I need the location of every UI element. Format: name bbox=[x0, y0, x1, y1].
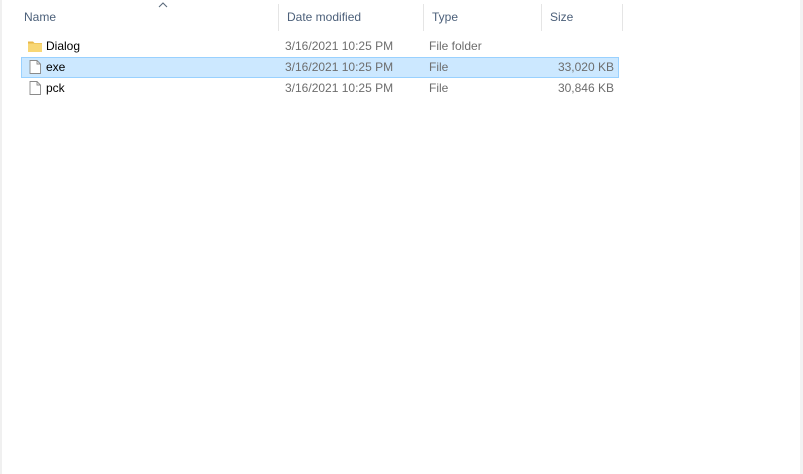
file-type: File bbox=[429, 60, 449, 74]
column-header-type[interactable]: Type bbox=[424, 0, 542, 35]
file-icon bbox=[29, 60, 41, 74]
list-item[interactable]: pck 3/16/2021 10:25 PM File 30,846 KB bbox=[21, 78, 619, 99]
file-list-pane[interactable]: Name Date modified Type Size Dialog 3/16… bbox=[0, 0, 803, 474]
column-header-name-label: Name bbox=[24, 10, 57, 24]
list-item-selected[interactable]: exe 3/16/2021 10:25 PM File 33,020 KB bbox=[21, 57, 619, 78]
left-border bbox=[0, 0, 2, 474]
file-type: File folder bbox=[429, 39, 482, 53]
file-name: exe bbox=[46, 60, 66, 74]
column-header-date-modified[interactable]: Date modified bbox=[279, 0, 424, 35]
file-name: pck bbox=[46, 81, 65, 95]
file-name: Dialog bbox=[46, 39, 81, 53]
column-header-name[interactable]: Name bbox=[16, 0, 279, 35]
list-item[interactable]: Dialog 3/16/2021 10:25 PM File folder bbox=[21, 36, 619, 57]
column-header-type-label: Type bbox=[432, 10, 459, 24]
file-list: Dialog 3/16/2021 10:25 PM File folder ex… bbox=[21, 36, 619, 99]
column-header-date-label: Date modified bbox=[287, 10, 362, 24]
file-type: File bbox=[429, 81, 449, 95]
file-size: 30,846 KB bbox=[557, 81, 614, 95]
column-divider[interactable] bbox=[622, 4, 623, 31]
column-header-size-label: Size bbox=[550, 10, 574, 24]
file-date: 3/16/2021 10:25 PM bbox=[285, 39, 394, 53]
file-size: 33,020 KB bbox=[557, 60, 614, 74]
chevron-up-icon bbox=[158, 2, 168, 8]
file-date: 3/16/2021 10:25 PM bbox=[285, 81, 394, 95]
file-icon bbox=[29, 81, 41, 95]
folder-icon bbox=[28, 41, 42, 52]
file-date: 3/16/2021 10:25 PM bbox=[285, 60, 394, 74]
column-header-size[interactable]: Size bbox=[542, 0, 623, 35]
column-header-row: Name Date modified Type Size bbox=[16, 0, 626, 35]
